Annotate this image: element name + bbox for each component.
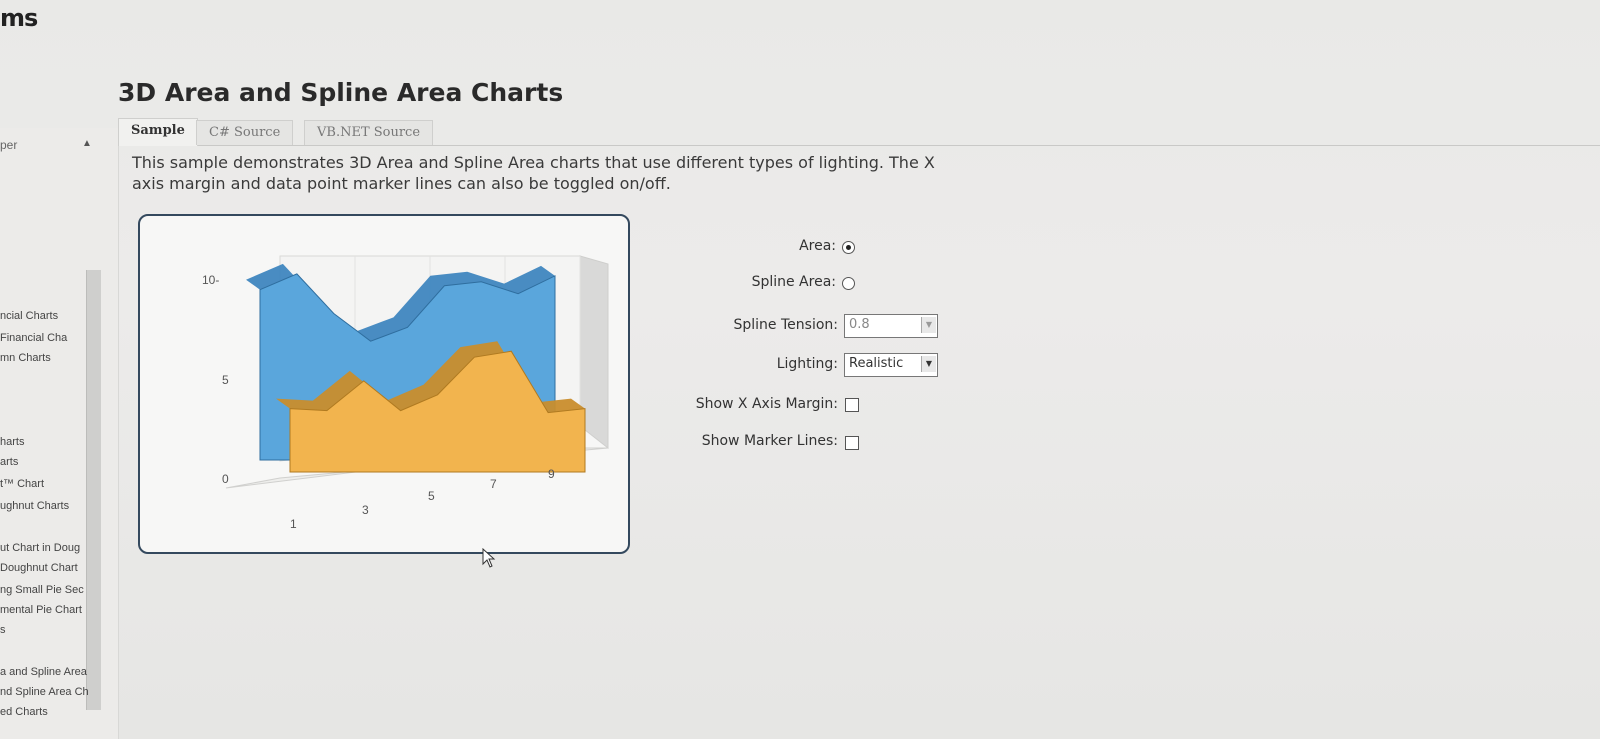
sidebar-header-label: per (0, 138, 18, 152)
chart-container: 0 5 10- 1 3 5 7 9 (138, 214, 630, 554)
sidebar-item[interactable]: a and Spline Area (0, 666, 110, 682)
sidebar-item[interactable]: nd Spline Area Ch (0, 686, 110, 702)
sidebar-item[interactable]: ng Small Pie Sec (0, 584, 110, 600)
sidebar-item[interactable]: ed Charts (0, 706, 110, 722)
show-marker-lines-checkbox[interactable] (845, 436, 859, 450)
sidebar-header[interactable]: per ▲ (0, 136, 108, 158)
lighting-value: Realistic (849, 356, 904, 371)
sidebar-item[interactable]: t™ Chart (0, 478, 110, 494)
y-tick-label: 5 (222, 373, 229, 387)
page-title: 3D Area and Spline Area Charts (118, 78, 564, 107)
brand-text: ms (0, 4, 38, 32)
x-tick-label: 9 (548, 467, 555, 481)
lighting-select[interactable]: Realistic ▼ (844, 353, 938, 377)
chevron-down-icon[interactable]: ▼ (921, 317, 936, 333)
lighting-option: Lighting: (640, 354, 838, 378)
spline-tension-select[interactable]: 0.8 ▼ (844, 314, 938, 338)
show-x-axis-margin-option: Show X Axis Margin: (640, 394, 838, 418)
spline-area-radio[interactable] (842, 277, 855, 290)
y-tick-label: 10- (202, 273, 219, 287)
sidebar-item[interactable]: ncial Charts (0, 310, 110, 326)
x-tick-label: 1 (290, 517, 297, 531)
tab-csharp-source[interactable]: C# Source (196, 120, 294, 145)
show-x-axis-margin-label: Show X Axis Margin: (695, 396, 838, 412)
sidebar-item[interactable]: ughnut Charts (0, 500, 110, 516)
tab-sample[interactable]: Sample (118, 118, 198, 146)
chevron-up-icon[interactable]: ▲ (82, 138, 92, 149)
show-marker-lines-label: Show Marker Lines: (701, 433, 838, 449)
sidebar-item[interactable]: Financial Cha (0, 332, 110, 348)
chevron-down-icon[interactable]: ▼ (921, 356, 936, 372)
y-tick-label: 0 (222, 472, 229, 486)
sidebar-item[interactable]: arts (0, 456, 110, 472)
sidebar-item[interactable]: s (0, 624, 110, 640)
x-tick-label: 7 (490, 477, 497, 491)
sidebar: per ▲ ncial Charts Financial Cha mn Charts… (0, 128, 119, 739)
x-tick-label: 3 (362, 503, 369, 517)
show-x-axis-margin-checkbox[interactable] (845, 398, 859, 412)
sidebar-item[interactable]: ut Chart in Doug (0, 542, 110, 558)
sidebar-item[interactable]: mental Pie Chart (0, 604, 110, 620)
sidebar-item[interactable]: mn Charts (0, 352, 110, 368)
area-label: Area: (799, 238, 836, 254)
tab-divider (118, 145, 1600, 146)
area-chart: 0 5 10- 1 3 5 7 9 (202, 255, 609, 531)
tab-bar: Sample C# Source VB.NET Source (118, 118, 1600, 146)
mouse-cursor-icon (482, 548, 496, 568)
x-tick-label: 5 (428, 489, 435, 503)
show-marker-lines-option: Show Marker Lines: (640, 431, 838, 455)
spline-tension-label: Spline Tension: (733, 317, 839, 333)
spline-area-label: Spline Area: (751, 274, 836, 290)
sidebar-item[interactable]: harts (0, 436, 110, 452)
area-option: Area: (640, 236, 836, 260)
area-radio[interactable] (842, 241, 855, 254)
sidebar-item[interactable]: Doughnut Chart (0, 562, 110, 578)
spline-area-option: Spline Area: (640, 272, 836, 296)
lighting-label: Lighting: (776, 356, 838, 372)
spline-tension-option: Spline Tension: (640, 315, 839, 339)
spline-tension-value: 0.8 (849, 317, 870, 332)
description-text: This sample demonstrates 3D Area and Spl… (132, 153, 935, 193)
tab-vbnet-source[interactable]: VB.NET Source (304, 120, 434, 145)
